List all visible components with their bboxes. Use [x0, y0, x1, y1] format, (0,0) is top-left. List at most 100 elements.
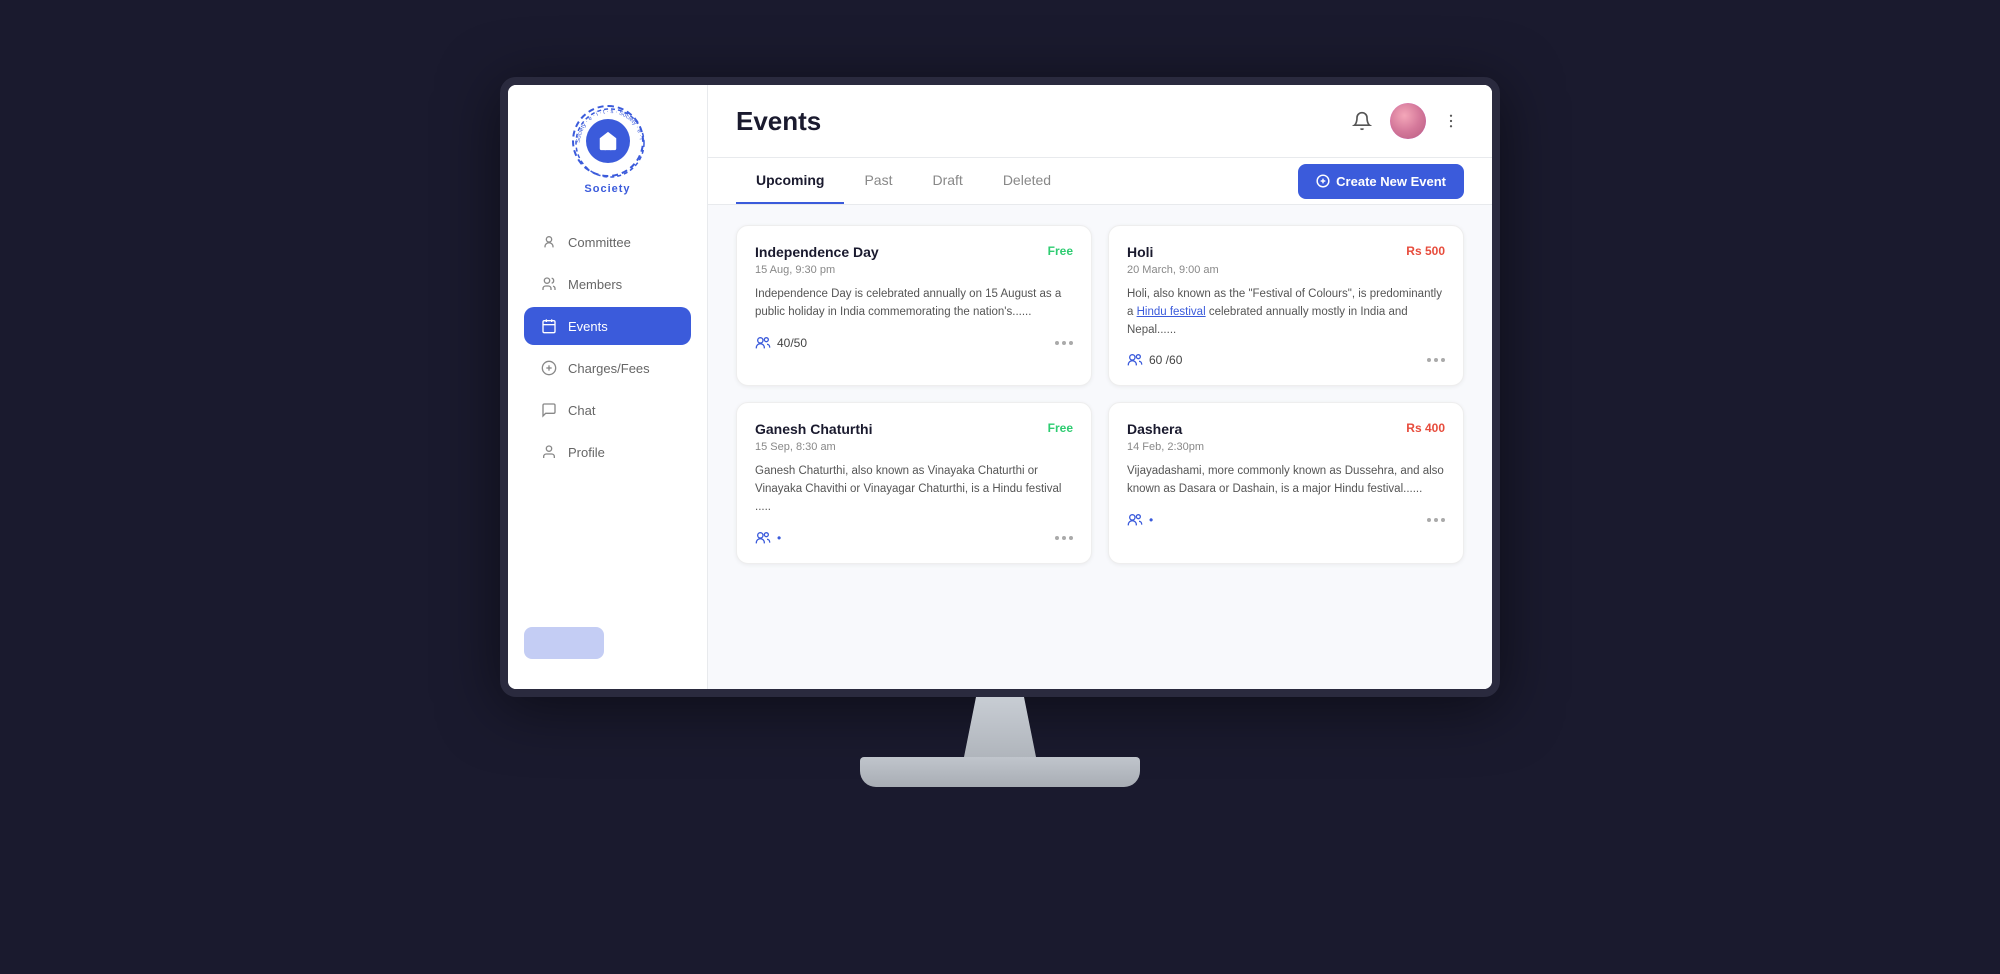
charges-label: Charges/Fees [568, 361, 650, 376]
profile-label: Profile [568, 445, 605, 460]
sidebar-item-charges[interactable]: Charges/Fees [524, 349, 691, 387]
tab-deleted[interactable]: Deleted [983, 158, 1071, 204]
sidebar-item-chat[interactable]: Chat [524, 391, 691, 429]
logo-area: Society · e · i · t · s · Society · e · … [572, 105, 644, 195]
event-card-header: Holi Rs 500 [1127, 244, 1445, 260]
attendees-svg [1127, 513, 1143, 527]
page-title: Events [736, 106, 821, 137]
event-more-menu[interactable] [1427, 358, 1445, 362]
event-more-menu[interactable] [1055, 341, 1073, 345]
main-content: Events [708, 85, 1492, 689]
attendees-text: • [1149, 513, 1153, 527]
dot2 [1434, 358, 1438, 362]
attendees-count: • [1127, 513, 1153, 527]
sidebar-item-profile[interactable]: Profile [524, 433, 691, 471]
people-icon [1127, 353, 1143, 367]
event-description: Holi, also known as the "Festival of Col… [1127, 286, 1445, 339]
monitor-stand-base [860, 757, 1140, 787]
bell-icon [1352, 111, 1372, 131]
attendees-text: • [777, 531, 781, 545]
event-description: Ganesh Chaturthi, also known as Vinayaka… [755, 463, 1073, 516]
event-card-footer: • [1127, 513, 1445, 527]
committee-label: Committee [568, 235, 631, 250]
chat-icon [540, 401, 558, 419]
event-badge: Rs 500 [1406, 244, 1445, 258]
dot2 [1434, 518, 1438, 522]
bottom-button-hint [524, 627, 604, 659]
members-label: Members [568, 277, 622, 292]
chat-label: Chat [568, 403, 595, 418]
event-card-header: Independence Day Free [755, 244, 1073, 260]
people-icon [755, 531, 771, 545]
attendees-svg [755, 336, 771, 350]
logo-ring-svg: Society · e · i · t · s · Society · e · … [574, 107, 646, 179]
dot1 [1427, 518, 1431, 522]
attendees-text: 40/50 [777, 336, 807, 350]
tab-past[interactable]: Past [844, 158, 912, 204]
event-date: 15 Sep, 8:30 am [755, 441, 1073, 453]
dot1 [1055, 341, 1059, 345]
logo-label: Society [584, 183, 630, 195]
event-card-independence-day[interactable]: Independence Day Free 15 Aug, 9:30 pm In… [736, 225, 1092, 386]
people-icon [755, 336, 771, 350]
dot2 [1062, 536, 1066, 540]
event-card-ganesh-chaturthi[interactable]: Ganesh Chaturthi Free 15 Sep, 8:30 am Ga… [736, 402, 1092, 563]
sidebar: Society · e · i · t · s · Society · e · … [508, 85, 708, 689]
event-card-dashera[interactable]: Dashera Rs 400 14 Feb, 2:30pm Vijayadash… [1108, 402, 1464, 563]
event-title: Independence Day [755, 244, 879, 260]
dot3 [1441, 518, 1445, 522]
event-title: Dashera [1127, 421, 1182, 437]
events-icon [540, 317, 558, 335]
dot2 [1062, 341, 1066, 345]
tabs-list: Upcoming Past Draft Deleted [736, 158, 1071, 204]
event-date: 14 Feb, 2:30pm [1127, 441, 1445, 453]
event-date: 15 Aug, 9:30 pm [755, 264, 1073, 276]
event-title: Holi [1127, 244, 1153, 260]
avatar-image [1390, 103, 1426, 139]
profile-icon [540, 443, 558, 461]
event-more-menu[interactable] [1055, 536, 1073, 540]
svg-text:Society · e · i · t · s · Soci: Society · e · i · t · s · Society · e · … [575, 109, 643, 143]
hindu-festival-link[interactable]: Hindu festival [1137, 306, 1206, 318]
event-more-menu[interactable] [1427, 518, 1445, 522]
sidebar-item-events[interactable]: Events [524, 307, 691, 345]
tab-upcoming[interactable]: Upcoming [736, 158, 844, 204]
create-new-event-button[interactable]: Create New Event [1298, 164, 1464, 199]
events-grid: Independence Day Free 15 Aug, 9:30 pm In… [736, 225, 1464, 564]
event-badge: Free [1048, 244, 1073, 258]
attendees-svg [755, 531, 771, 545]
charges-icon [540, 359, 558, 377]
sidebar-item-committee[interactable]: Committee [524, 223, 691, 261]
tab-draft[interactable]: Draft [912, 158, 982, 204]
event-card-header: Dashera Rs 400 [1127, 421, 1445, 437]
events-container: Independence Day Free 15 Aug, 9:30 pm In… [708, 205, 1492, 689]
more-options-button[interactable] [1438, 108, 1464, 134]
monitor-stand-neck [940, 697, 1060, 757]
event-card-holi[interactable]: Holi Rs 500 20 March, 9:00 am Holi, also… [1108, 225, 1464, 386]
people-icon [1127, 513, 1143, 527]
dots-vertical-icon [1442, 112, 1460, 130]
notification-bell[interactable] [1346, 105, 1378, 137]
create-button-label: Create New Event [1336, 174, 1446, 189]
event-card-footer: 60 /60 [1127, 353, 1445, 367]
header-actions [1346, 103, 1464, 139]
nav-menu: Committee Members [508, 223, 707, 471]
dot1 [1427, 358, 1431, 362]
logo-circle: Society · e · i · t · s · Society · e · … [572, 105, 644, 177]
attendees-count: 60 /60 [1127, 353, 1182, 367]
tabs-bar: Upcoming Past Draft Deleted Create New E… [708, 158, 1492, 205]
dot1 [1055, 536, 1059, 540]
dot3 [1069, 536, 1073, 540]
dot3 [1441, 358, 1445, 362]
attendees-count: • [755, 531, 781, 545]
event-card-footer: 40/50 [755, 336, 1073, 350]
page-header: Events [708, 85, 1492, 158]
committee-icon [540, 233, 558, 251]
event-card-footer: • [755, 531, 1073, 545]
sidebar-item-members[interactable]: Members [524, 265, 691, 303]
dot3 [1069, 341, 1073, 345]
attendees-svg [1127, 353, 1143, 367]
attendees-text: 60 /60 [1149, 353, 1182, 367]
plus-circle-icon [1316, 174, 1330, 188]
user-avatar[interactable] [1390, 103, 1426, 139]
